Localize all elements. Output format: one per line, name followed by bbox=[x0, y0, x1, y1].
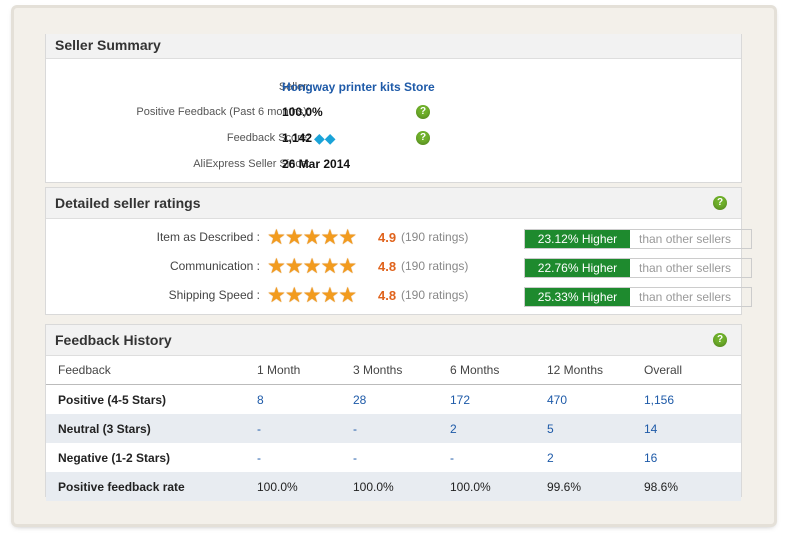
rating-count: (190 ratings) bbox=[401, 259, 469, 273]
rating-label: Communication : bbox=[169, 259, 260, 273]
rating-count: (190 ratings) bbox=[401, 230, 469, 244]
rating-row: Shipping Speed : ★★★★★ 4.8 (190 ratings)… bbox=[46, 284, 752, 307]
rating-score: 4.8 bbox=[378, 259, 397, 274]
table-cell-link[interactable]: 14 bbox=[643, 414, 741, 443]
table-cell-link[interactable]: 470 bbox=[546, 385, 643, 415]
help-icon[interactable]: ? bbox=[713, 196, 727, 210]
star-rating-icon: ★★★★★ bbox=[267, 284, 357, 307]
row-label: Positive feedback rate bbox=[46, 472, 256, 501]
seller-label-row: Seller: bbox=[46, 79, 310, 95]
help-icon[interactable]: ? bbox=[416, 131, 430, 145]
table-row: Positive (4-5 Stars) 8 28 172 470 1,156 bbox=[46, 385, 741, 415]
comparison-percent: 25.33% Higher bbox=[525, 288, 630, 306]
row-label: Neutral (3 Stars) bbox=[46, 414, 256, 443]
comparison-percent: 23.12% Higher bbox=[525, 230, 630, 248]
table-cell-link[interactable]: 5 bbox=[546, 414, 643, 443]
table-cell: - bbox=[353, 450, 357, 465]
comparison-box: 25.33% Higher than other sellers bbox=[524, 287, 752, 307]
help-icon[interactable]: ? bbox=[713, 333, 727, 347]
column-header: 12 Months bbox=[546, 356, 643, 385]
comparison-box: 22.76% Higher than other sellers bbox=[524, 258, 752, 278]
star-rating-icon: ★★★★★ bbox=[267, 226, 357, 249]
seller-summary-title: Seller Summary bbox=[46, 34, 741, 59]
table-cell: 98.6% bbox=[643, 472, 741, 501]
rating-score: 4.8 bbox=[378, 288, 397, 303]
detailed-ratings-title: Detailed seller ratings bbox=[55, 195, 201, 211]
rating-label: Item as Described : bbox=[156, 230, 260, 244]
feedback-score-value: 1,142 bbox=[282, 131, 313, 145]
table-cell: 100.0% bbox=[449, 472, 546, 501]
feedback-history-header: Feedback History ? bbox=[46, 325, 741, 356]
feedback-history-table: Feedback 1 Month 3 Months 6 Months 12 Mo… bbox=[46, 356, 741, 501]
feedback-history-panel: Feedback History ? Feedback 1 Month 3 Mo… bbox=[45, 324, 742, 501]
star-rating-icon: ★★★★★ bbox=[267, 255, 357, 278]
column-header: 3 Months bbox=[352, 356, 449, 385]
column-header: 6 Months bbox=[449, 356, 546, 385]
comparison-suffix: than other sellers bbox=[639, 232, 732, 246]
comparison-percent: 22.76% Higher bbox=[525, 259, 630, 277]
table-row: Neutral (3 Stars) - - 2 5 14 bbox=[46, 414, 741, 443]
table-cell-link[interactable]: 172 bbox=[449, 385, 546, 415]
table-cell-link[interactable]: 28 bbox=[352, 385, 449, 415]
table-header-row: Feedback 1 Month 3 Months 6 Months 12 Mo… bbox=[46, 356, 741, 385]
row-label: Positive (4-5 Stars) bbox=[58, 392, 167, 407]
table-cell: - bbox=[256, 414, 352, 443]
table-cell-link[interactable]: 2 bbox=[449, 414, 546, 443]
table-cell: 100.0% bbox=[352, 472, 449, 501]
row-label: Negative (1-2 Stars) bbox=[58, 450, 171, 465]
feedback-history-title: Feedback History bbox=[55, 332, 172, 348]
comparison-box: 23.12% Higher than other sellers bbox=[524, 229, 752, 249]
table-cell: - bbox=[352, 414, 449, 443]
column-header: Feedback bbox=[46, 356, 256, 385]
table-cell: 99.6% bbox=[546, 472, 643, 501]
comparison-suffix: than other sellers bbox=[639, 290, 732, 304]
table-cell: - bbox=[450, 450, 454, 465]
column-header: 1 Month bbox=[256, 356, 352, 385]
table-cell-link[interactable]: 2 bbox=[546, 443, 643, 472]
seller-store-link[interactable]: Hongway printer kits Store bbox=[282, 79, 435, 95]
table-cell: - bbox=[257, 450, 261, 465]
seller-summary-panel: Seller Summary Seller: Hongway printer k… bbox=[45, 34, 742, 183]
detailed-ratings-panel: Detailed seller ratings ? Item as Descri… bbox=[45, 187, 752, 315]
rating-row: Item as Described : ★★★★★ 4.9 (190 ratin… bbox=[46, 226, 752, 249]
rating-score: 4.9 bbox=[378, 230, 397, 245]
table-cell-link[interactable]: 1,156 bbox=[643, 385, 741, 415]
table-row: Positive feedback rate 100.0% 100.0% 100… bbox=[46, 472, 741, 501]
seller-since-value: 26 Mar 2014 bbox=[282, 157, 351, 171]
positive-feedback-value: 100.0% bbox=[282, 105, 323, 119]
rating-label: Shipping Speed : bbox=[168, 288, 260, 302]
table-row: Negative (1-2 Stars) - - - 2 16 bbox=[46, 443, 741, 472]
table-cell-link[interactable]: 8 bbox=[256, 385, 352, 415]
table-cell-link[interactable]: 16 bbox=[643, 443, 741, 472]
help-icon[interactable]: ? bbox=[416, 105, 430, 119]
diamond-icon: ◆◆ bbox=[314, 130, 336, 146]
page-frame: Seller Summary Seller: Hongway printer k… bbox=[14, 8, 774, 524]
detailed-ratings-header: Detailed seller ratings ? bbox=[46, 188, 741, 219]
rating-count: (190 ratings) bbox=[401, 288, 469, 302]
comparison-suffix: than other sellers bbox=[639, 261, 732, 275]
rating-row: Communication : ★★★★★ 4.8 (190 ratings) … bbox=[46, 255, 752, 278]
table-cell: 100.0% bbox=[256, 472, 352, 501]
column-header: Overall bbox=[643, 356, 741, 385]
